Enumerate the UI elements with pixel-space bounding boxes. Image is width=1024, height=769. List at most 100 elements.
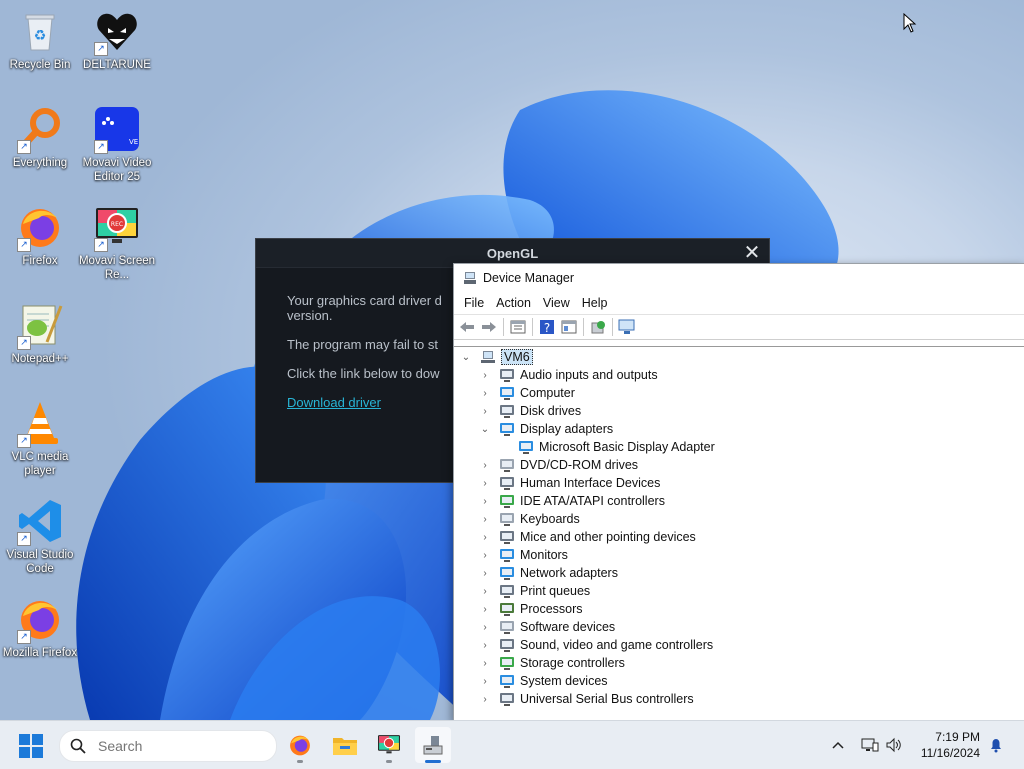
chevron-right-icon[interactable]: ›	[479, 459, 491, 471]
tree-category[interactable]: › IDE ATA/ATAPI controllers	[479, 492, 665, 510]
chevron-right-icon[interactable]: ›	[479, 549, 491, 561]
shortcut-arrow-icon: ↗	[94, 238, 108, 252]
tree-category[interactable]: › Network adapters	[479, 564, 618, 582]
windows-logo-icon	[19, 734, 30, 745]
chevron-right-icon[interactable]: ›	[479, 621, 491, 633]
tree-category[interactable]: › Processors	[479, 600, 583, 618]
usb-icon	[499, 692, 515, 706]
search-input[interactable]	[96, 737, 260, 755]
desktop-icon-label: VLC media player	[11, 451, 69, 477]
tree-category[interactable]: › Audio inputs and outputs	[479, 366, 658, 384]
chevron-right-icon[interactable]: ›	[479, 369, 491, 381]
tree-category[interactable]: › Software devices	[479, 618, 615, 636]
scan-hardware-icon[interactable]	[616, 317, 638, 337]
tree-device-item[interactable]: Microsoft Basic Display Adapter	[498, 438, 715, 456]
display-adapter-icon	[518, 440, 534, 454]
hid-icon	[499, 476, 515, 490]
chevron-right-icon[interactable]: ›	[479, 405, 491, 417]
show-hide-tree-icon[interactable]	[507, 317, 529, 337]
chevron-right-icon[interactable]: ›	[479, 675, 491, 687]
menu-file[interactable]: File	[458, 294, 490, 312]
tree-root[interactable]: ⌄ VM6	[460, 348, 533, 366]
download-driver-link[interactable]: Download driver	[287, 395, 381, 410]
tree-category[interactable]: › Sound, video and game controllers	[479, 636, 713, 654]
chevron-right-icon[interactable]: ›	[479, 567, 491, 579]
taskbar-file-explorer[interactable]	[327, 727, 363, 763]
chevron-right-icon[interactable]: ›	[479, 657, 491, 669]
tree-category[interactable]: › System devices	[479, 672, 608, 690]
desktop-icon-deltarune[interactable]: ↗ DELTARUNE	[77, 8, 157, 72]
tree-category[interactable]: › Computer	[479, 384, 575, 402]
chevron-right-icon[interactable]: ›	[479, 639, 491, 651]
taskbar-device-manager[interactable]	[415, 727, 451, 763]
monitor-icon	[499, 548, 515, 562]
shortcut-arrow-icon: ↗	[17, 140, 31, 154]
system-clock[interactable]: 7:19 PM 11/16/2024	[921, 729, 980, 761]
menu-help[interactable]: Help	[576, 294, 614, 312]
update-driver-icon[interactable]	[587, 317, 609, 337]
tree-category[interactable]: › Print queues	[479, 582, 590, 600]
tree-category[interactable]: › Universal Serial Bus controllers	[479, 690, 694, 708]
forward-arrow-icon[interactable]	[478, 317, 500, 337]
notepad-plus-plus-icon: ↗	[17, 302, 63, 350]
desktop-icon-vscode[interactable]: ↗ Visual Studio Code	[0, 498, 80, 576]
close-icon[interactable]: ✕	[741, 242, 763, 264]
tree-category[interactable]: › Monitors	[479, 546, 568, 564]
desktop-icon-vlc[interactable]: ↗ VLC media player	[0, 400, 80, 478]
tree-root-label: VM6	[501, 349, 533, 365]
shortcut-arrow-icon: ↗	[94, 140, 108, 154]
desktop-icon-mozilla-firefox[interactable]: ↗ Mozilla Firefox	[0, 596, 80, 660]
taskbar-search[interactable]	[59, 730, 277, 762]
chevron-right-icon[interactable]: ›	[479, 513, 491, 525]
device-manager-icon	[464, 272, 476, 284]
chevron-down-icon[interactable]: ⌄	[479, 423, 491, 435]
tree-category[interactable]: › Keyboards	[479, 510, 580, 528]
opengl-line: version.	[287, 308, 333, 323]
tree-category[interactable]: › Storage controllers	[479, 654, 625, 672]
tree-category[interactable]: ⌄ Display adapters	[479, 420, 613, 438]
chevron-right-icon[interactable]: ›	[479, 693, 491, 705]
mouse-icon	[499, 530, 515, 544]
movavi-video-editor-icon: VE ↗	[94, 106, 140, 154]
network-icon[interactable]	[860, 735, 880, 755]
storage-controller-icon	[499, 656, 515, 670]
chevron-right-icon[interactable]: ›	[479, 477, 491, 489]
properties-icon[interactable]	[558, 317, 580, 337]
help-icon[interactable]: ?	[536, 317, 558, 337]
desktop-icon-label: Recycle Bin	[9, 59, 71, 71]
chevron-up-icon[interactable]	[828, 735, 848, 755]
tree-category[interactable]: › DVD/CD-ROM drives	[479, 456, 638, 474]
chevron-right-icon[interactable]: ›	[479, 495, 491, 507]
desktop-icon-movavi-video-editor[interactable]: VE ↗ Movavi Video Editor 25	[77, 106, 157, 184]
back-arrow-icon[interactable]	[456, 317, 478, 337]
chevron-right-icon[interactable]: ›	[479, 387, 491, 399]
menu-action[interactable]: Action	[490, 294, 537, 312]
desktop-icon-label: Firefox	[22, 255, 58, 267]
tree-item-label: Display adapters	[520, 422, 614, 436]
sound-icon	[499, 638, 515, 652]
taskbar-movavi-screen-recorder[interactable]	[371, 727, 407, 763]
desktop-icon-recycle-bin[interactable]: ♻ Recycle Bin	[0, 8, 80, 72]
device-manager-title-bar[interactable]: Device Manager	[454, 264, 1024, 292]
chevron-right-icon[interactable]: ›	[479, 585, 491, 597]
tree-category[interactable]: › Disk drives	[479, 402, 581, 420]
volume-icon[interactable]	[884, 735, 904, 755]
start-button[interactable]	[19, 734, 43, 758]
chevron-right-icon[interactable]: ›	[479, 531, 491, 543]
menu-view[interactable]: View	[537, 294, 576, 312]
desktop-icon-notepad-plus-plus[interactable]: ↗ Notepad++	[0, 302, 80, 366]
desktop-icon-everything[interactable]: ↗ Everything	[0, 106, 80, 170]
desktop-icon-firefox[interactable]: ↗ Firefox	[0, 204, 80, 268]
chevron-right-icon[interactable]: ›	[479, 603, 491, 615]
firefox-icon: ↗	[17, 204, 63, 252]
taskbar-firefox[interactable]	[282, 727, 318, 763]
chevron-down-icon[interactable]: ⌄	[460, 351, 472, 363]
window-title: Device Manager	[483, 271, 575, 285]
desktop-icon-movavi-screen-recorder[interactable]: REC ↗ Movavi Screen Re...	[77, 204, 157, 282]
tree-category[interactable]: › Human Interface Devices	[479, 474, 660, 492]
shortcut-arrow-icon: ↗	[94, 42, 108, 56]
system-device-icon	[499, 674, 515, 688]
notification-bell-icon[interactable]	[986, 735, 1006, 755]
tree-category[interactable]: › Mice and other pointing devices	[479, 528, 696, 546]
deltarune-icon: ↗	[94, 8, 140, 56]
